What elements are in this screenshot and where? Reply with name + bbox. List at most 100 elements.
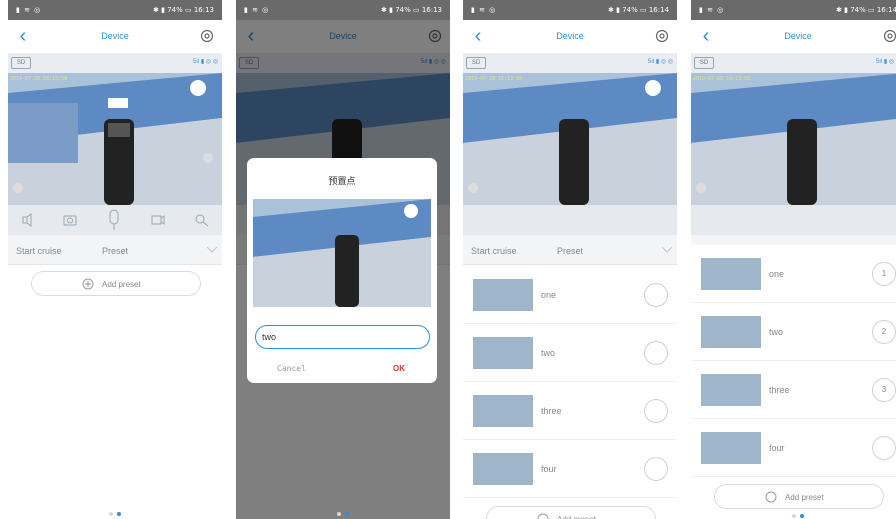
- preset-number-badge[interactable]: [872, 436, 896, 460]
- preset-name: two: [769, 327, 784, 337]
- preset-select-circle[interactable]: [644, 399, 668, 423]
- add-circle-icon: [82, 278, 94, 290]
- info-bar: SD 5ıl ▮ ◎ ◎: [8, 53, 222, 73]
- tab-start-cruise[interactable]: Start cruise: [16, 246, 62, 256]
- preset-thumbnail: [473, 337, 533, 369]
- preset-number-badge[interactable]: 2: [872, 320, 896, 344]
- preset-thumbnail: [473, 453, 533, 485]
- preset-thumbnail: [473, 279, 533, 311]
- add-preset-label: Add preset: [785, 493, 824, 502]
- add-circle-icon: [537, 513, 549, 519]
- preset-select-circle[interactable]: [644, 457, 668, 481]
- chevron-down-icon[interactable]: [206, 244, 218, 254]
- preset-name-input[interactable]: [255, 325, 430, 349]
- gear-icon[interactable]: [882, 28, 896, 44]
- phone-screen-3: ▮ ≋ ◎ ✱ ▮ 74% ▭ 16:14 ‹ Device SD 5ıl ▮ ◎ …: [463, 0, 677, 519]
- signal-indicator: 5ıl ▮ ◎ ◎: [192, 59, 218, 65]
- dialog-title: 预置点: [328, 176, 356, 186]
- mic-icon[interactable]: [106, 209, 122, 231]
- preset-row[interactable]: four: [691, 419, 896, 477]
- preset-select-circle[interactable]: [644, 283, 668, 307]
- preset-row[interactable]: three 3: [691, 361, 896, 419]
- screenshot-composite: ▮ ≋ ◎ ✱ ▮ 74% ▭ 16:13 ‹ Device SD 5ıl ▮ ◎ …: [0, 0, 896, 519]
- page-dot-active: [800, 514, 804, 518]
- sd-icon[interactable]: SD: [466, 57, 486, 69]
- page-indicator: [236, 503, 450, 519]
- record-icon[interactable]: [150, 212, 166, 228]
- preset-name: four: [769, 443, 785, 453]
- preset-name: four: [541, 464, 557, 474]
- gear-icon[interactable]: [654, 28, 670, 44]
- control-toolbar: [691, 205, 896, 235]
- preset-number-badge[interactable]: 3: [872, 378, 896, 402]
- preset-row[interactable]: one 1: [691, 245, 896, 303]
- status-right: ✱ ▮ 74% ▭ 16:14: [836, 6, 896, 14]
- control-toolbar: [8, 205, 222, 235]
- tab-preset[interactable]: Preset: [557, 246, 583, 256]
- add-preset-button[interactable]: Add preset: [486, 506, 656, 519]
- status-left: ▮ ≋ ◎: [244, 6, 270, 14]
- preset-row[interactable]: three: [463, 382, 677, 440]
- preset-name: one: [769, 269, 785, 279]
- page-dot: [792, 514, 796, 518]
- chevron-down-icon[interactable]: [661, 244, 673, 254]
- tab-preset[interactable]: Preset: [102, 246, 128, 256]
- cancel-button[interactable]: Cancel: [277, 364, 306, 373]
- preset-row[interactable]: four: [463, 440, 677, 498]
- signal-indicator: 5ıl ▮ ◎ ◎: [875, 59, 896, 65]
- status-bar: ▮ ≋ ◎ ✱ ▮ 74% ▭ 16:14: [463, 0, 677, 20]
- preset-row[interactable]: two: [463, 324, 677, 382]
- sd-icon[interactable]: SD: [11, 57, 31, 69]
- add-preset-label: Add preset: [557, 515, 596, 519]
- video-timestamp: 2019-07-28 16:13:58: [465, 76, 523, 82]
- tab-bar: Start cruise Preset: [8, 235, 222, 265]
- preset-thumbnail: [473, 395, 533, 427]
- preset-row[interactable]: one: [463, 266, 677, 324]
- video-feed[interactable]: 2019-07-28 16:13:58: [691, 73, 896, 205]
- tab-start-cruise[interactable]: Start cruise: [471, 246, 517, 256]
- page-dot-active: [345, 512, 349, 516]
- ok-button[interactable]: OK: [393, 364, 405, 373]
- status-left: ▮ ≋ ◎: [471, 6, 497, 14]
- phone-screen-1: ▮ ≋ ◎ ✱ ▮ 74% ▭ 16:13 ‹ Device SD 5ıl ▮ ◎ …: [8, 0, 222, 519]
- tab-bar: Start cruise Preset: [463, 235, 677, 265]
- status-bar: ▮ ≋ ◎ ✱ ▮ 74% ▭ 16:13: [8, 0, 222, 20]
- status-right: ✱ ▮ 74% ▭ 16:13: [381, 6, 442, 14]
- preset-name: one: [541, 290, 557, 300]
- nav-bar: ‹ Device: [8, 20, 222, 53]
- page-title: Device: [556, 31, 584, 41]
- preset-dialog: 预置点 Cancel OK: [247, 158, 437, 383]
- page-indicator: [8, 503, 222, 519]
- status-right: ✱ ▮ 74% ▭ 16:14: [608, 6, 669, 14]
- preset-snapshot: [253, 199, 431, 307]
- page-indicator: [691, 505, 896, 519]
- status-right: ✱ ▮ 74% ▭ 16:13: [153, 6, 214, 14]
- add-preset-button[interactable]: Add preset: [31, 271, 201, 296]
- preset-select-circle[interactable]: [644, 341, 668, 365]
- gear-icon[interactable]: [199, 28, 215, 44]
- status-bar: ▮ ≋ ◎ ✱ ▮ 74% ▭ 16:14: [691, 0, 896, 20]
- page-dot: [109, 512, 113, 516]
- video-timestamp: 2019-07-28 16:13:58: [10, 76, 68, 82]
- nav-bar: ‹ Device: [691, 20, 896, 53]
- info-bar: SD 5ıl ▮ ◎ ◎: [463, 53, 677, 73]
- ptz-icon[interactable]: [194, 212, 210, 228]
- status-left: ▮ ≋ ◎: [699, 6, 725, 14]
- info-bar: SD 5ıl ▮ ◎ ◎: [691, 53, 896, 73]
- add-preset-label: Add preset: [102, 280, 141, 289]
- preset-row[interactable]: two 2: [691, 303, 896, 361]
- page-dot-active: [117, 512, 121, 516]
- preset-name: two: [541, 348, 556, 358]
- sd-icon[interactable]: SD: [694, 57, 714, 69]
- video-feed[interactable]: 2019-07-28 16:13:58: [8, 73, 222, 205]
- mute-icon[interactable]: [20, 212, 36, 228]
- phone-screen-2: ▮ ≋ ◎✱ ▮ 74% ▭ 16:13 ‹ Device SD5ıl ▮ ◎ …: [236, 0, 450, 519]
- page-dot: [337, 512, 341, 516]
- preset-thumbnail: [701, 258, 761, 290]
- camera-icon[interactable]: [62, 212, 78, 228]
- preset-number-badge[interactable]: 1: [872, 262, 896, 286]
- preset-thumbnail: [701, 374, 761, 406]
- video-feed[interactable]: 2019-07-28 16:13:58: [463, 73, 677, 205]
- preset-name: three: [541, 406, 562, 416]
- preset-name: three: [769, 385, 790, 395]
